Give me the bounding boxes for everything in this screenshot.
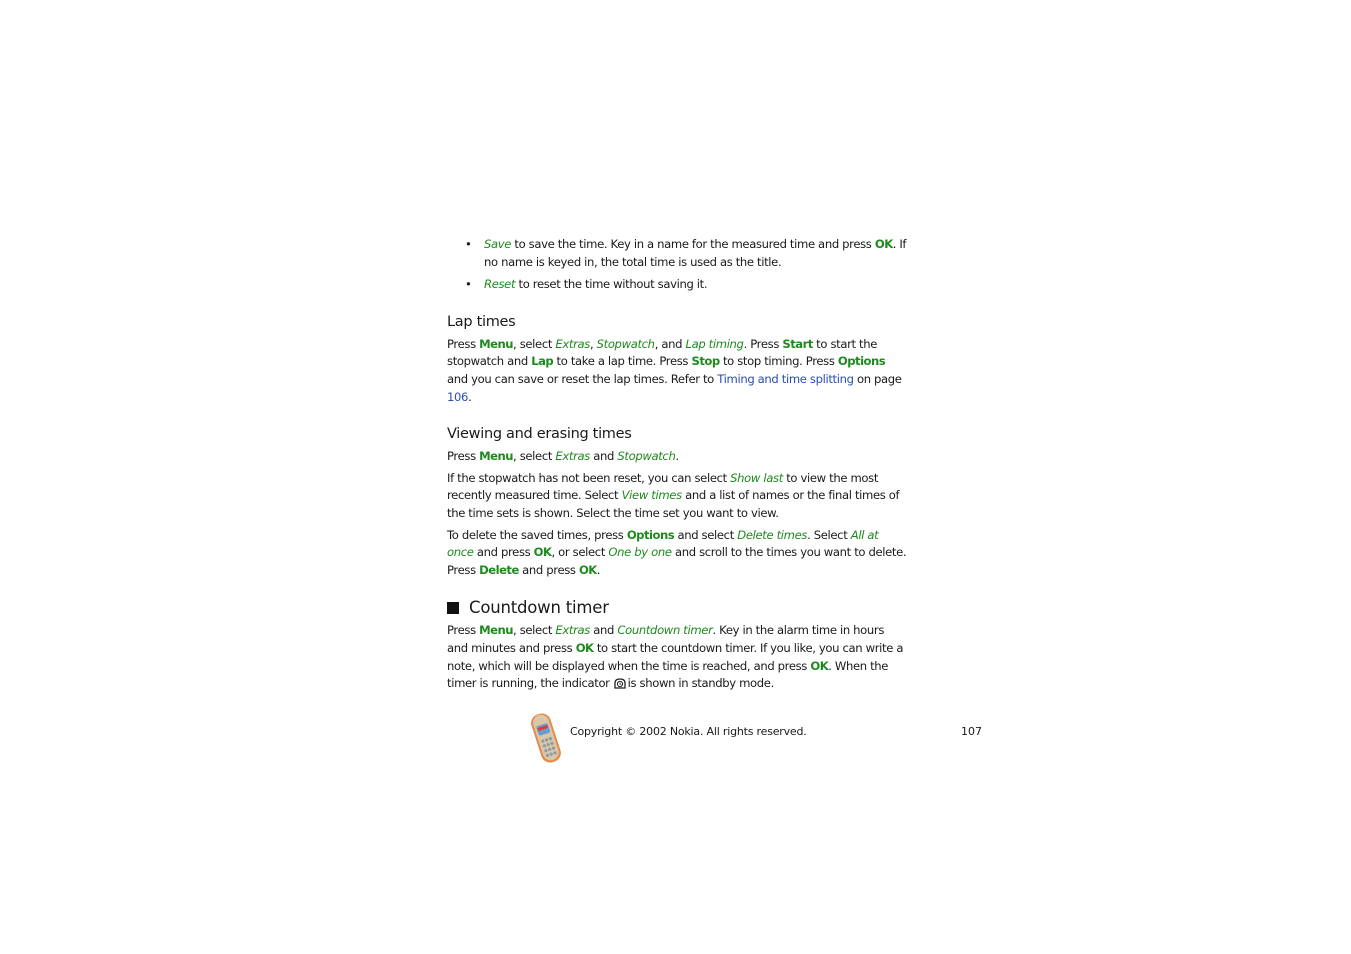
text: Press [447,623,480,638]
menu-term: Extras [555,336,590,351]
viewing-paragraph-3: To delete the saved times, press Options… [447,527,907,580]
page-footer: Copyright © 2002 Nokia. All rights reser… [528,710,988,766]
text: To delete the saved times, press [447,527,627,542]
option-term: Reset [484,277,516,292]
copyright-text: Copyright © 2002 Nokia. All rights reser… [570,725,807,738]
key-label: OK [575,640,594,655]
section-square-icon [447,602,459,615]
text: . [468,389,472,404]
viewing-paragraph-2: If the stopwatch has not been reset, you… [447,470,907,523]
menu-term: Lap timing [685,336,744,351]
section-heading-lap-times: Lap times [447,313,516,330]
text: , select [513,449,556,464]
list-item: • Save to save the time. Key in a name fo… [447,236,907,271]
manual-page: • Save to save the time. Key in a name fo… [447,236,907,699]
menu-term: Extras [555,449,590,464]
timer-indicator-icon [613,677,626,695]
text: , select [513,623,556,638]
text: and [589,449,618,464]
options-list: • Save to save the time. Key in a name fo… [447,236,907,294]
menu-term: Countdown timer [617,623,713,638]
text: . Press [743,336,783,351]
key-label: Options [626,527,675,542]
menu-term: One by one [608,545,672,560]
text: , and [654,336,686,351]
key-label: Menu [479,336,514,351]
page-reference-link[interactable]: 106 [447,390,468,404]
text: Press [447,336,480,351]
cross-reference-link[interactable]: Timing and time splitting [717,372,854,386]
key-label: Stop [691,354,720,369]
section-heading-viewing: Viewing and erasing times [447,426,632,443]
text: , select [513,336,556,351]
text: . Select [807,527,851,542]
bullet-icon: • [465,237,472,251]
text: and select [674,527,738,542]
menu-term: Show last [730,470,783,485]
text: to stop timing. Press [719,354,838,369]
text: , [589,336,597,351]
text: If the stopwatch has not been reset, you… [447,470,731,485]
menu-term: Stopwatch [617,449,676,464]
text: and press [473,545,534,560]
nokia-phone-icon [528,710,564,766]
menu-term: View times [621,488,683,503]
section-heading-countdown: Countdown timer [447,597,907,619]
text: and you can save or reset the lap times.… [447,371,718,386]
bullet-icon: • [465,277,472,292]
key-label: Menu [479,623,514,638]
text: on page [853,371,902,386]
text: , or select [551,545,609,560]
key-label: Delete [479,562,519,577]
menu-term: Delete times [737,527,808,542]
key-label: OK [533,545,552,560]
text: to save the time. Key in a name for the … [511,237,875,251]
viewing-paragraph-1: Press Menu, select Extras and Stopwatch. [447,448,907,466]
list-item: • Reset to reset the time without saving … [447,276,907,294]
key-label: Start [782,336,813,351]
text: and press [518,562,579,577]
text: . [596,562,601,577]
key-label: Menu [479,449,514,464]
option-term: Save [484,237,512,251]
lap-paragraph: Press Menu, select Extras, Stopwatch, an… [447,336,907,406]
page-number: 107 [961,725,982,738]
countdown-paragraph: Press Menu, select Extras and Countdown … [447,622,907,694]
menu-term: Extras [555,623,590,638]
text: Press [447,449,480,464]
text: . [675,449,679,464]
menu-term: Stopwatch [596,336,655,351]
key-label: Lap [531,354,554,369]
text: and [589,623,618,638]
heading-text: Countdown timer [469,598,609,618]
text: is shown in standby mode. [627,676,775,691]
text: to take a lap time. Press [553,354,692,369]
key-label: OK [578,562,597,577]
key-label: OK [810,658,829,673]
key-label: OK [874,237,893,251]
key-label: Options [837,354,886,369]
text: to reset the time without saving it. [515,277,708,292]
